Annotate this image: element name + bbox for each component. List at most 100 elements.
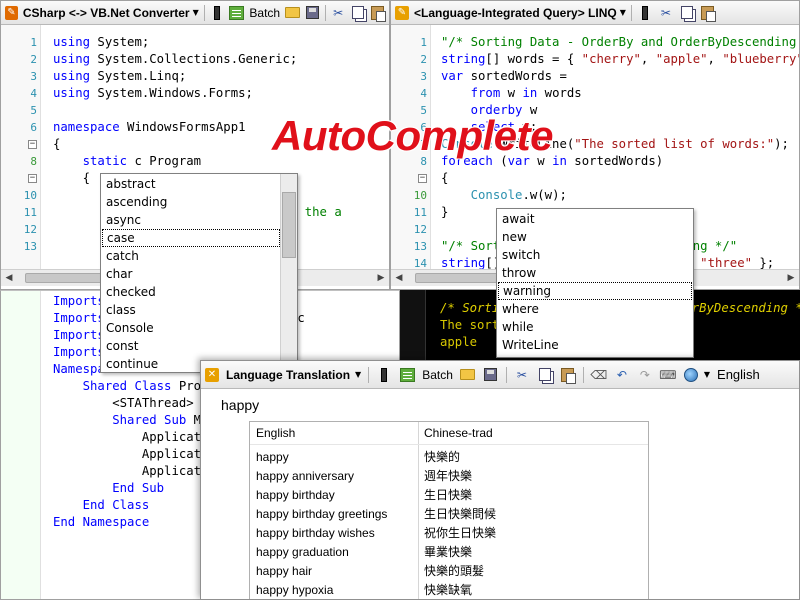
line-number: 3 xyxy=(30,70,37,83)
autocomplete-item[interactable]: switch xyxy=(498,246,692,264)
translation-english-cell[interactable]: happy xyxy=(256,448,289,467)
code-line[interactable]: 4 using System.Windows.Forms; xyxy=(1,85,389,102)
autocomplete-item[interactable]: throw xyxy=(498,264,692,282)
translation-title[interactable]: Language Translation xyxy=(226,368,350,382)
translation-results-table[interactable]: English Chinese-trad happy 快樂的 happy anniv… xyxy=(249,421,649,599)
scroll-left-icon[interactable]: ◀ xyxy=(391,270,407,286)
autocomplete-item[interactable]: async xyxy=(102,211,280,229)
autocomplete-item[interactable]: case xyxy=(102,229,280,247)
autocomplete-item[interactable]: abstract xyxy=(102,175,280,193)
scroll-right-icon[interactable]: ▶ xyxy=(373,270,389,286)
globe-icon[interactable] xyxy=(683,367,699,383)
code-line[interactable]: 4 from w in words xyxy=(391,85,799,102)
code-line[interactable]: 3 using System.Linq; xyxy=(1,68,389,85)
csharp-autocomplete-list[interactable]: abstract ascending async case catch char check… xyxy=(100,173,298,373)
code-line[interactable]: 10 Console.w(w); xyxy=(391,187,799,204)
autocomplete-item[interactable]: new xyxy=(498,228,692,246)
autocomplete-item[interactable]: const xyxy=(102,337,280,355)
autocomplete-item[interactable]: WriteLine xyxy=(498,336,692,354)
copy-icon[interactable] xyxy=(679,5,695,21)
code-token: using xyxy=(53,52,91,66)
paste-icon[interactable] xyxy=(370,5,387,22)
translation-chinese-cell[interactable]: 生日快樂 xyxy=(424,486,472,505)
language-select[interactable]: English xyxy=(717,367,760,382)
code-line[interactable]: 1 using System; xyxy=(1,34,389,51)
open-folder-icon[interactable] xyxy=(460,367,476,383)
collapse-icon[interactable]: − xyxy=(418,174,427,183)
cut-icon[interactable]: ✂ xyxy=(331,5,346,21)
translation-chinese-cell[interactable]: 祝你生日快樂 xyxy=(424,524,496,543)
vertical-split-icon[interactable] xyxy=(376,367,392,383)
column-header-english[interactable]: English xyxy=(256,426,295,440)
translation-chinese-cell[interactable]: 週年快樂 xyxy=(424,467,472,486)
scroll-right-icon[interactable]: ▶ xyxy=(783,270,799,286)
code-token: WindowsFormsApp1 xyxy=(119,120,246,134)
translation-english-cell[interactable]: happy hair xyxy=(256,562,312,581)
translation-english-cell[interactable]: happy birthday greetings xyxy=(256,505,387,524)
converter-title[interactable]: CSharp <-> VB.Net Converter xyxy=(23,6,190,20)
autocomplete-item[interactable]: class xyxy=(102,301,280,319)
code-line[interactable]: 2 string[] words = { "cherry", "apple", "… xyxy=(391,51,799,68)
code-line[interactable]: 2 using System.Collections.Generic; xyxy=(1,51,389,68)
vertical-split-icon[interactable] xyxy=(210,5,225,21)
code-token: "blueberry" xyxy=(722,52,799,66)
translation-chinese-cell[interactable]: 快樂的頭髮 xyxy=(424,562,484,581)
autocomplete-item[interactable]: checked xyxy=(102,283,280,301)
chevron-down-icon[interactable]: ▼ xyxy=(620,8,626,17)
vertical-split-icon[interactable] xyxy=(637,5,653,21)
batch-icon[interactable] xyxy=(229,5,245,21)
translation-english-cell[interactable]: happy birthday xyxy=(256,486,335,505)
chevron-down-icon[interactable]: ▼ xyxy=(355,370,361,379)
translation-english-cell[interactable]: happy birthday wishes xyxy=(256,524,375,543)
autocomplete-item[interactable]: where xyxy=(498,300,692,318)
code-line[interactable]: 3 var sortedWords = xyxy=(391,68,799,85)
column-header-chinese-trad[interactable]: Chinese-trad xyxy=(424,426,493,440)
autocomplete-item[interactable]: warning xyxy=(498,282,692,300)
code-line[interactable]: 9−{ xyxy=(391,170,799,187)
copy-icon[interactable] xyxy=(351,5,366,21)
translation-chinese-cell[interactable]: 生日快樂問候 xyxy=(424,505,496,524)
translation-english-cell[interactable]: happy anniversary xyxy=(256,467,354,486)
code-token: in xyxy=(552,154,567,168)
paste-icon[interactable] xyxy=(560,367,577,384)
linq-title[interactable]: <Language-Integrated Query> LINQ xyxy=(414,6,617,20)
translation-chinese-cell[interactable]: 畢業快樂 xyxy=(424,543,472,562)
line-number: 13 xyxy=(413,240,427,253)
batch-button[interactable]: Batch xyxy=(249,6,280,20)
redo-icon[interactable]: ↷ xyxy=(637,367,653,383)
autocomplete-item[interactable]: Console xyxy=(102,319,280,337)
translation-chinese-cell[interactable]: 快樂的 xyxy=(424,448,460,467)
paste-icon[interactable] xyxy=(700,5,717,22)
chevron-down-icon[interactable]: ▼ xyxy=(704,370,710,379)
scrollbar-thumb[interactable] xyxy=(282,192,296,258)
code-token: System.Collections.Generic; xyxy=(90,52,298,66)
eraser-icon[interactable]: ⌫ xyxy=(590,367,607,383)
batch-button[interactable]: Batch xyxy=(422,368,453,382)
linq-autocomplete-list[interactable]: await new switch throw warning where while Writ… xyxy=(496,208,694,358)
save-icon[interactable] xyxy=(483,367,499,383)
autocomplete-scrollbar[interactable] xyxy=(280,174,297,372)
collapse-icon[interactable]: − xyxy=(28,140,37,149)
autocomplete-item[interactable]: ascending xyxy=(102,193,280,211)
save-icon[interactable] xyxy=(305,5,320,21)
chevron-down-icon[interactable]: ▼ xyxy=(193,8,199,17)
open-folder-icon[interactable] xyxy=(285,5,301,21)
autocomplete-item[interactable]: char xyxy=(102,265,280,283)
batch-icon[interactable] xyxy=(399,367,415,383)
translation-english-cell[interactable]: happy hypoxia xyxy=(256,581,333,599)
translation-chinese-cell[interactable]: 快樂缺氧 xyxy=(424,581,472,599)
autocomplete-item[interactable]: await xyxy=(498,210,692,228)
collapse-icon[interactable]: − xyxy=(28,174,37,183)
autocomplete-item[interactable]: while xyxy=(498,318,692,336)
code-line[interactable]: 1 "/* Sorting Data - OrderBy and OrderByD… xyxy=(391,34,799,51)
cut-icon[interactable]: ✂ xyxy=(514,367,530,383)
scroll-left-icon[interactable]: ◀ xyxy=(1,270,17,286)
cut-icon[interactable]: ✂ xyxy=(658,5,674,21)
autocomplete-item[interactable]: catch xyxy=(102,247,280,265)
keyboard-icon[interactable]: ⌨ xyxy=(659,367,676,383)
code-token: System.Windows.Forms; xyxy=(90,86,253,100)
translation-search-input[interactable]: happy xyxy=(221,397,259,413)
translation-english-cell[interactable]: happy graduation xyxy=(256,543,349,562)
undo-icon[interactable]: ↶ xyxy=(614,367,630,383)
copy-icon[interactable] xyxy=(537,367,553,383)
